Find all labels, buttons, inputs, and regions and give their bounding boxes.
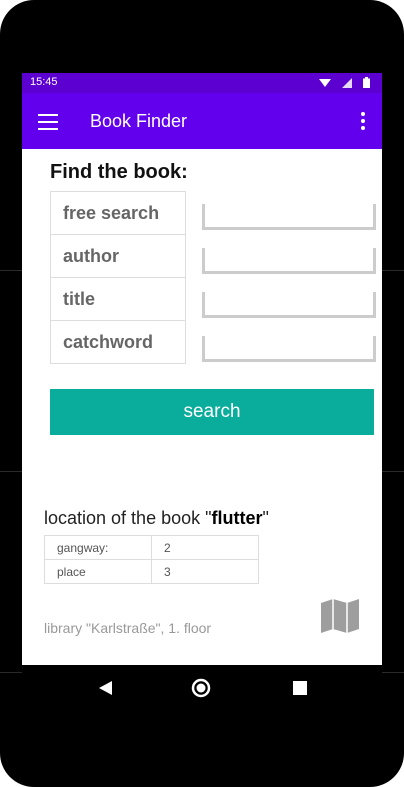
navigation-bar: [22, 665, 382, 713]
search-button[interactable]: search: [50, 389, 374, 435]
status-time: 15:45: [30, 76, 58, 88]
status-icons: [311, 77, 370, 89]
label-free-search: free search: [51, 192, 185, 235]
free-search-input[interactable]: [202, 204, 376, 230]
library-location: library "Karlstraße", 1. floor: [44, 620, 212, 636]
title-input[interactable]: [202, 292, 376, 318]
signal-icon: [341, 77, 352, 91]
result-title: location of the book "flutter": [44, 508, 269, 529]
search-label-table: free search author title catchword: [50, 191, 186, 364]
find-heading: Find the book:: [50, 161, 188, 183]
result-title-prefix: location of the book ": [44, 508, 212, 528]
phone-frame: 15:45 Book Finder Find the book: free se…: [0, 0, 404, 787]
home-icon[interactable]: [191, 678, 211, 703]
app-bar: Book Finder: [22, 93, 382, 149]
gangway-value: 2: [151, 535, 259, 560]
catchword-input[interactable]: [202, 336, 376, 362]
recents-icon[interactable]: [292, 680, 308, 701]
battery-icon: [363, 77, 370, 91]
label-title: title: [51, 278, 185, 321]
map-icon[interactable]: [320, 599, 360, 633]
label-catchword: catchword: [51, 321, 185, 364]
author-input[interactable]: [202, 248, 376, 274]
app-title: Book Finder: [90, 111, 188, 131]
label-author: author: [51, 235, 185, 278]
back-icon[interactable]: [96, 679, 114, 702]
result-book-name: flutter: [211, 508, 263, 528]
screen: 15:45 Book Finder Find the book: free se…: [22, 73, 382, 665]
result-title-suffix: ": [262, 508, 269, 528]
place-value: 3: [151, 559, 259, 584]
table-row: gangway: 2: [44, 535, 259, 560]
status-bar: 15:45: [22, 73, 382, 93]
menu-icon[interactable]: [38, 114, 58, 130]
wifi-icon: [318, 78, 331, 91]
table-row: place 3: [44, 559, 259, 584]
more-vert-icon[interactable]: [360, 112, 366, 132]
gangway-key: gangway:: [44, 535, 152, 560]
location-table: gangway: 2 place 3: [44, 535, 259, 584]
place-key: place: [44, 559, 152, 584]
